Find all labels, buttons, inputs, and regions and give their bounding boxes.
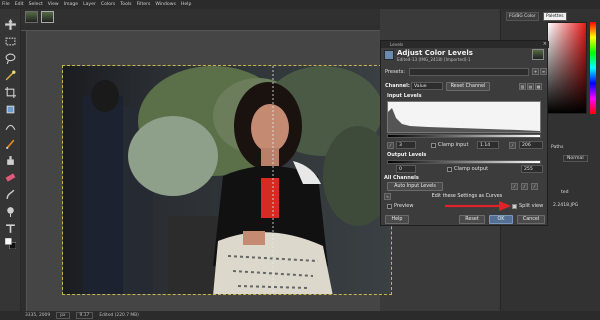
image-tab-thumbnail[interactable] xyxy=(25,11,38,23)
crop-icon[interactable] xyxy=(5,87,16,98)
input-high-field[interactable]: 206 xyxy=(519,141,543,149)
horizontal-ruler xyxy=(21,25,380,31)
output-levels-label: Output Levels xyxy=(387,152,427,158)
fg-bg-color-icon[interactable] xyxy=(5,238,16,249)
vertical-ruler xyxy=(21,31,27,311)
presets-select[interactable] xyxy=(409,68,529,76)
clamp-output-checkbox[interactable] xyxy=(447,167,452,172)
preview-checkbox[interactable] xyxy=(387,204,392,209)
clone-icon[interactable] xyxy=(5,155,16,166)
portrait-photo xyxy=(63,66,391,294)
dialog-window-title: Levels xyxy=(390,42,404,47)
hue-slider[interactable] xyxy=(590,22,596,114)
red-arrow-annotation xyxy=(445,201,511,211)
menu-windows[interactable]: Windows xyxy=(155,2,176,7)
color-picker-field[interactable] xyxy=(547,22,587,114)
menu-colors[interactable]: Colors xyxy=(101,2,115,7)
clamp-input-checkbox[interactable] xyxy=(431,143,436,148)
image-tab-thumbnail-active[interactable] xyxy=(41,11,54,23)
presets-menu-icon[interactable]: ≡ xyxy=(540,68,547,75)
menu-image[interactable]: Image xyxy=(64,2,78,7)
reset-button[interactable]: Reset xyxy=(459,215,485,224)
auto-input-levels-button[interactable]: Auto Input Levels xyxy=(387,182,443,191)
fg-bg-color-tab[interactable]: FG/BG Color xyxy=(506,12,539,21)
unit-select[interactable]: px xyxy=(56,312,70,319)
dialog-subtitle: Edited-13 (IMG_2418) [Imported]-1 xyxy=(397,57,471,62)
dialog-heading: Adjust Color Levels xyxy=(397,49,473,57)
ok-button[interactable]: OK xyxy=(489,215,513,224)
layer-label: ted xyxy=(561,190,569,195)
presets-label: Presets: xyxy=(385,69,405,75)
smudge-icon[interactable] xyxy=(5,189,16,200)
white-point-picker-icon[interactable]: ⁄ xyxy=(531,183,538,190)
help-button[interactable]: Help xyxy=(385,215,409,224)
paths-tab[interactable]: Paths xyxy=(551,145,564,150)
histogram-scale-icon[interactable]: ▦ xyxy=(535,83,542,90)
menu-file[interactable]: File xyxy=(2,2,10,7)
rect-select-icon[interactable] xyxy=(5,36,16,47)
menu-edit[interactable]: Edit xyxy=(15,2,24,7)
close-icon[interactable]: × xyxy=(543,41,547,47)
menu-help[interactable]: Help xyxy=(181,2,191,7)
reset-channel-button[interactable]: Reset Channel xyxy=(446,82,490,91)
paintbrush-icon[interactable] xyxy=(5,138,16,149)
input-low-field[interactable]: 3 xyxy=(396,141,416,149)
status-message: Edited (220.7 MB) xyxy=(99,313,139,318)
status-bar: 3335, 2009 px 9.17 Edited (220.7 MB) xyxy=(0,311,600,320)
dialog-titlebar: Levels × xyxy=(381,41,549,48)
clamp-output-label: Clamp output xyxy=(454,166,489,172)
layer-mode-select[interactable]: Normal xyxy=(563,155,588,162)
levels-dialog: Levels × Adjust Color Levels Edited-13 (… xyxy=(380,40,549,226)
channel-select[interactable]: Value xyxy=(411,82,443,90)
photo-canvas[interactable] xyxy=(62,65,392,295)
curves-icon: ∿ xyxy=(384,193,391,200)
input-gradient-bar[interactable] xyxy=(387,134,541,138)
menu-view[interactable]: View xyxy=(48,2,59,7)
input-levels-label: Input Levels xyxy=(387,93,422,99)
menu-layer[interactable]: Layer xyxy=(83,2,96,7)
gray-point-picker-icon[interactable]: ⁄ xyxy=(521,183,528,190)
log-histogram-icon[interactable]: ▤ xyxy=(527,83,534,90)
layer-name[interactable]: 2.2418.JPG xyxy=(553,203,578,208)
preview-label: Preview xyxy=(394,203,414,209)
eraser-icon[interactable] xyxy=(5,172,16,183)
warp-icon[interactable] xyxy=(5,121,16,132)
move-tool-icon[interactable] xyxy=(5,19,16,30)
black-point-picker-icon[interactable]: ⁄ xyxy=(511,183,518,190)
cancel-button[interactable]: Cancel xyxy=(517,215,545,224)
menu-filters[interactable]: Filters xyxy=(137,2,151,7)
output-gradient-bar[interactable] xyxy=(387,160,541,164)
levels-icon xyxy=(384,50,394,60)
image-tab-strip xyxy=(21,9,380,25)
menu-select[interactable]: Select xyxy=(29,2,43,7)
lasso-icon[interactable] xyxy=(5,53,16,64)
unified-transform-icon[interactable] xyxy=(5,104,16,115)
split-view-label: Split view xyxy=(519,203,544,209)
presets-add-icon[interactable]: + xyxy=(532,68,539,75)
output-high-field[interactable]: 255 xyxy=(521,165,543,173)
clamp-input-label: Clamp input xyxy=(438,142,469,148)
palettes-tab[interactable]: Palettes xyxy=(543,12,567,21)
canvas-area[interactable] xyxy=(21,25,392,311)
edit-as-curves-button[interactable]: Edit these Settings as Curves xyxy=(427,192,507,201)
toolbox xyxy=(0,9,21,311)
linear-histogram-icon[interactable]: ▥ xyxy=(519,83,526,90)
gamma-field[interactable]: 1.14 xyxy=(477,141,499,149)
text-tool-icon[interactable] xyxy=(5,223,16,234)
pointer-coordinates: 3335, 2009 xyxy=(25,313,51,318)
fuzzy-select-icon[interactable] xyxy=(5,70,16,81)
zoom-select[interactable]: 9.17 xyxy=(75,312,94,319)
menu-bar: File Edit Select View Image Layer Colors… xyxy=(0,0,600,9)
menu-tools[interactable]: Tools xyxy=(120,2,131,7)
input-high-picker-icon[interactable]: ⁄ xyxy=(509,142,516,149)
channel-label: Channel: xyxy=(385,83,410,89)
image-preview-thumbnail xyxy=(532,49,544,60)
all-channels-label: All Channels xyxy=(384,175,419,181)
input-histogram xyxy=(387,101,541,133)
output-low-field[interactable]: 0 xyxy=(396,165,416,173)
dodge-icon[interactable] xyxy=(5,206,16,217)
input-low-picker-icon[interactable]: ⁄ xyxy=(387,142,394,149)
